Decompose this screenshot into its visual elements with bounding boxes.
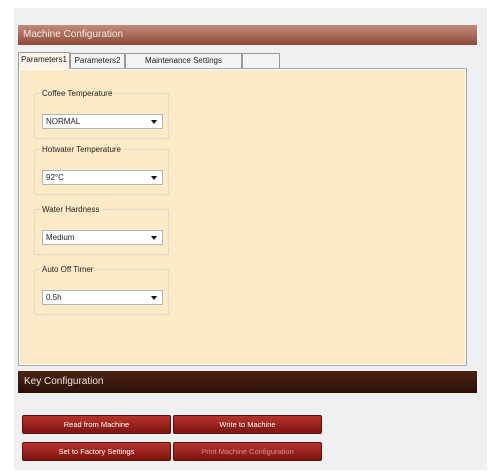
auto-off-timer-label: Auto Off Timer [40,264,96,275]
hotwater-temperature-label: Hotwater Temperature [40,144,123,155]
parameters-panel: Coffee Temperature NORMAL Hotwater Tempe… [18,68,467,366]
tab-strip: Parameters1 Parameters2 Maintenance Sett… [18,52,477,69]
tab-parameters1[interactable]: Parameters1 [18,52,70,69]
water-hardness-group: Water Hardness Medium [34,204,169,255]
coffee-temperature-select[interactable]: NORMAL [42,114,163,129]
water-hardness-select[interactable]: Medium [42,230,163,245]
auto-off-timer-value: 0.5h [46,293,62,302]
hotwater-temperature-select[interactable]: 92°C [42,170,163,185]
key-configuration-header: Key Configuration [18,371,477,393]
machine-configuration-window: Machine Configuration Parameters1 Parame… [14,8,487,470]
read-from-machine-button[interactable]: Read from Machine [22,415,171,434]
coffee-temperature-group: Coffee Temperature NORMAL [34,88,169,139]
coffee-temperature-value: NORMAL [46,117,81,126]
write-to-machine-button[interactable]: Write to Machine [173,415,322,434]
auto-off-timer-select[interactable]: 0.5h [42,290,163,305]
hotwater-temperature-value: 92°C [46,173,64,182]
dropdown-arrow-icon[interactable] [151,120,157,124]
dropdown-arrow-icon[interactable] [151,176,157,180]
factory-settings-button[interactable]: Set to Factory Settings [22,442,171,461]
hotwater-temperature-group: Hotwater Temperature 92°C [34,144,169,195]
dropdown-arrow-icon[interactable] [151,236,157,240]
auto-off-timer-group: Auto Off Timer 0.5h [34,264,169,315]
water-hardness-label: Water Hardness [40,204,102,215]
tab-parameters2[interactable]: Parameters2 [70,53,125,68]
coffee-temperature-label: Coffee Temperature [40,88,115,99]
window-title: Machine Configuration [18,25,477,45]
tab-maintenance-settings[interactable]: Maintenance Settings [125,53,242,68]
print-configuration-button[interactable]: Print Machine Configuration [173,442,322,461]
dropdown-arrow-icon[interactable] [151,296,157,300]
water-hardness-value: Medium [46,233,75,242]
tab-strip-filler [242,53,280,68]
